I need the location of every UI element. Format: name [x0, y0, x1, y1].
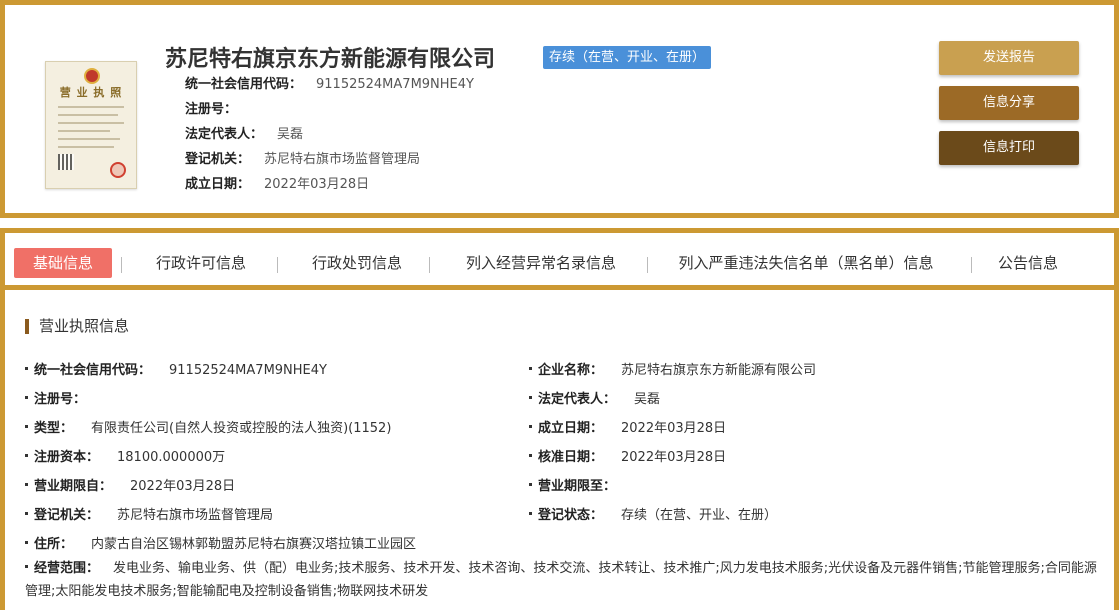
send-report-button[interactable]: 发送报告	[939, 41, 1079, 75]
field-established-date: 成立日期： 2022年03月28日	[529, 417, 726, 436]
field-business-scope: 经营范围： 发电业务、输电业务、供（配）电业务;技术服务、技术开发、技术咨询、技术…	[25, 561, 1097, 599]
field-term-to: 营业期限至：	[529, 475, 634, 494]
share-info-button[interactable]: 信息分享	[939, 86, 1079, 120]
header-field-reg-authority: 登记机关： 苏尼特右旗市场监督管理局	[185, 152, 421, 167]
field-term-from: 营业期限自： 2022年03月28日	[25, 475, 235, 494]
detail-card: 基础信息 行政许可信息 行政处罚信息 列入经营异常名录信息 列入严重违法失信名单…	[0, 228, 1119, 610]
status-badge: 存续（在营、开业、在册）	[543, 46, 712, 69]
print-info-button[interactable]: 信息打印	[939, 131, 1079, 165]
tab-announcements[interactable]: 公告信息	[985, 248, 1071, 278]
company-header-card: 营 业 执 照 苏尼特右旗京东方新能源有限公司 存续（在营、开业、在册） 统一社…	[0, 0, 1119, 218]
tab-basic-info[interactable]: 基础信息	[14, 248, 112, 278]
field-address: 住所： 内蒙古自治区锡林郭勒盟苏尼特右旗赛汉塔拉镇工业园区	[25, 533, 416, 552]
field-credit-code: 统一社会信用代码： 91152524MA7M9NHE4Y	[25, 359, 327, 378]
company-name: 苏尼特右旗京东方新能源有限公司	[165, 47, 496, 72]
field-reg-number: 注册号：	[25, 388, 104, 407]
national-emblem-icon	[84, 68, 100, 84]
official-seal-icon	[110, 162, 126, 178]
header-field-reg-number: 注册号：	[185, 102, 238, 117]
license-thumb-title: 营 业 执 照	[59, 86, 123, 99]
tab-admin-license[interactable]: 行政许可信息	[135, 248, 267, 278]
business-license-thumbnail[interactable]: 营 业 执 照	[45, 61, 137, 189]
tab-blacklist[interactable]: 列入严重违法失信名单（黑名单）信息	[661, 248, 951, 278]
field-registered-capital: 注册资本： 18100.000000万	[25, 446, 225, 465]
field-reg-authority: 登记机关： 苏尼特右旗市场监督管理局	[25, 504, 273, 523]
header-field-legal-rep: 法定代表人： 吴磊	[185, 127, 304, 142]
header-field-established-date: 成立日期： 2022年03月28日	[185, 177, 370, 192]
field-approval-date: 核准日期： 2022年03月28日	[529, 446, 726, 465]
tab-admin-penalty[interactable]: 行政处罚信息	[291, 248, 423, 278]
tab-abnormal-list[interactable]: 列入经营异常名录信息	[443, 248, 639, 278]
field-reg-status: 登记状态： 存续（在营、开业、在册）	[529, 504, 777, 523]
field-legal-rep: 法定代表人： 吴磊	[529, 388, 660, 407]
qr-code-icon	[58, 154, 74, 170]
tab-bar: 基础信息 行政许可信息 行政处罚信息 列入经营异常名录信息 列入严重违法失信名单…	[5, 233, 1114, 290]
field-company-type: 类型： 有限责任公司(自然人投资或控股的法人独资)(1152)	[25, 417, 391, 436]
field-company-name: 企业名称： 苏尼特右旗京东方新能源有限公司	[529, 359, 816, 378]
header-field-credit-code: 统一社会信用代码： 91152524MA7M9NHE4Y	[185, 77, 474, 92]
section-title: 营业执照信息	[25, 319, 129, 334]
